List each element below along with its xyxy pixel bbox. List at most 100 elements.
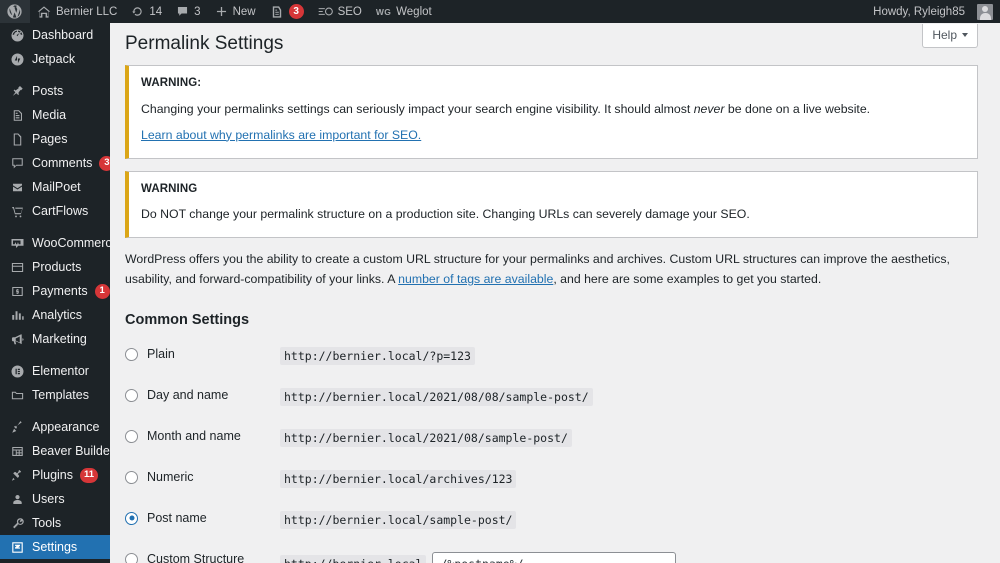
howdy-label: Howdy, Ryleigh85 <box>873 5 965 18</box>
yoast-seo-icon <box>270 5 284 19</box>
radio-month-and-name[interactable] <box>125 429 138 443</box>
sidebar-item-dashboard[interactable]: Dashboard <box>0 23 110 47</box>
available-tags-link[interactable]: number of tags are available <box>398 272 553 286</box>
sidebar-item-label: Marketing <box>32 331 87 346</box>
sidebar-item-analytics[interactable]: Analytics <box>0 303 110 327</box>
permalink-option-row: Post name http://bernier.local/sample-pos… <box>125 504 978 545</box>
radio-label-custom-structure[interactable]: Custom Structure <box>147 552 244 563</box>
comment-bubble-icon <box>176 5 189 18</box>
sidebar-item-jetpack[interactable]: Jetpack <box>0 47 110 71</box>
permalink-option-row: Numeric http://bernier.local/archives/123 <box>125 463 978 504</box>
sidebar-separator <box>0 407 110 415</box>
sidebar-item-pages[interactable]: Pages <box>0 127 110 151</box>
sidebar-item-label: Settings <box>32 539 78 554</box>
wordpress-logo-menu[interactable] <box>0 0 30 23</box>
permalink-option-row: Day and name http://bernier.local/2021/08… <box>125 381 978 422</box>
permalink-example-url: http://bernier.local/sample-post/ <box>280 511 517 530</box>
sidebar-item-marketing[interactable]: Marketing <box>0 327 110 351</box>
permalink-options-body: Plain http://bernier.local/?p=123 Day and … <box>125 340 978 563</box>
permalink-option-label-cell: Month and name <box>125 422 280 463</box>
sidebar-item-mailpoet[interactable]: MailPoet <box>0 175 110 199</box>
sidebar-item-label: WooCommerce <box>32 235 119 250</box>
main-content: Help Permalink Settings WARNING: Changin… <box>110 23 1000 563</box>
radio-row: Post name <box>125 511 280 525</box>
sidebar-separator <box>0 351 110 359</box>
radio-label-day-and-name[interactable]: Day and name <box>147 388 228 402</box>
analytics-bars-icon <box>9 308 25 323</box>
sidebar-item-settings[interactable]: Settings <box>0 535 110 559</box>
plugins-icon <box>9 468 25 483</box>
permalink-option-url-cell: http://bernier.local/?p=123 <box>280 340 978 381</box>
posts-pin-icon <box>9 84 25 99</box>
seo-menu[interactable]: SEO <box>311 0 369 23</box>
sidebar-item-label: Posts <box>32 83 64 98</box>
notice-seo-warning: WARNING: Changing your permalinks settin… <box>125 64 978 159</box>
updates-menu[interactable]: 14 <box>124 0 169 23</box>
sidebar-item-users[interactable]: Users <box>0 487 110 511</box>
sidebar-item-label: Jetpack <box>32 51 76 66</box>
page-title: Permalink Settings <box>125 33 284 54</box>
plus-icon <box>215 5 228 18</box>
permalink-option-url-cell: http://bernier.local/2021/08/sample-post… <box>280 422 978 463</box>
radio-plain[interactable] <box>125 347 138 361</box>
site-name-menu[interactable]: Bernier LLC <box>30 0 124 23</box>
seo-menu-icon <box>318 5 333 18</box>
marketing-megaphone-icon <box>9 332 25 347</box>
radio-day-and-name[interactable] <box>125 388 138 402</box>
weglot-menu[interactable]: WG Weglot <box>369 0 439 23</box>
help-button[interactable]: Help <box>922 24 978 48</box>
sidebar-item-appearance[interactable]: Appearance <box>0 415 110 439</box>
permalinks-seo-link[interactable]: Learn about why permalinks are important… <box>141 128 421 142</box>
comments-count: 3 <box>194 5 201 18</box>
home-icon <box>37 5 51 19</box>
sidebar-item-beaver-builder[interactable]: Beaver Builder <box>0 439 114 463</box>
radio-label-numeric[interactable]: Numeric <box>147 470 194 484</box>
radio-label-month-and-name[interactable]: Month and name <box>147 429 241 443</box>
sidebar-item-tools[interactable]: Tools <box>0 511 110 535</box>
notice-seo-warning-body: Changing your permalinks settings can se… <box>141 100 965 119</box>
sidebar-item-media[interactable]: Media <box>0 103 110 127</box>
radio-row: Month and name <box>125 429 280 443</box>
radio-custom-structure[interactable] <box>125 552 138 563</box>
sidebar-separator <box>0 71 110 79</box>
new-content-menu[interactable]: New <box>208 0 263 23</box>
yoast-seo-count: 3 <box>288 4 304 19</box>
radio-label-post-name[interactable]: Post name <box>147 511 207 525</box>
sidebar-item-posts[interactable]: Posts <box>0 79 110 103</box>
cartflows-icon <box>9 204 25 219</box>
sidebar-item-badge: 1 <box>94 283 110 299</box>
sidebar-item-templates[interactable]: Templates <box>0 383 110 407</box>
sidebar-item-label: Plugins <box>32 467 73 482</box>
notice-production-warning-body: Do NOT change your permalink structure o… <box>141 207 750 222</box>
my-account-menu[interactable]: Howdy, Ryleigh85 <box>866 0 1000 23</box>
weglot-label: Weglot <box>396 5 432 18</box>
sidebar-item-elementor[interactable]: Elementor <box>0 359 110 383</box>
yoast-seo-menu[interactable]: 3 <box>263 0 311 23</box>
custom-structure-input[interactable] <box>432 552 677 563</box>
radio-post-name[interactable] <box>125 511 138 525</box>
sidebar-item-plugins[interactable]: Plugins 11 <box>0 463 110 487</box>
admin-bar: Bernier LLC 14 3 New 3 SEO WG Weglot How… <box>0 0 1000 23</box>
permalink-option-row: Plain http://bernier.local/?p=123 <box>125 340 978 381</box>
sidebar-item-payments[interactable]: Payments 1 <box>0 279 110 303</box>
sidebar-item-products[interactable]: Products <box>0 255 110 279</box>
sidebar-item-woocommerce[interactable]: WooCommerce <box>0 231 119 255</box>
elementor-icon <box>9 364 25 379</box>
intro-part-2: , and here are some examples to get you … <box>553 272 822 287</box>
new-content-label: New <box>232 5 256 18</box>
sidebar-item-label: Pages <box>32 131 68 146</box>
sidebar-item-label: Users <box>32 491 65 506</box>
sidebar-item-label: Dashboard <box>32 27 94 42</box>
radio-numeric[interactable] <box>125 470 138 484</box>
tools-wrench-icon <box>9 516 25 531</box>
comments-menu[interactable]: 3 <box>169 0 207 23</box>
sidebar-item-comments[interactable]: Comments 3 <box>0 151 115 175</box>
section-title-common-settings: Common Settings <box>125 311 250 328</box>
radio-row: Plain <box>125 347 280 361</box>
radio-label-plain[interactable]: Plain <box>147 347 175 361</box>
admin-bar-right: Howdy, Ryleigh85 <box>866 0 1000 23</box>
sidebar-item-cartflows[interactable]: CartFlows <box>0 199 110 223</box>
site-name-label: Bernier LLC <box>56 5 118 18</box>
products-icon <box>9 260 25 275</box>
beaver-builder-icon <box>9 444 25 459</box>
